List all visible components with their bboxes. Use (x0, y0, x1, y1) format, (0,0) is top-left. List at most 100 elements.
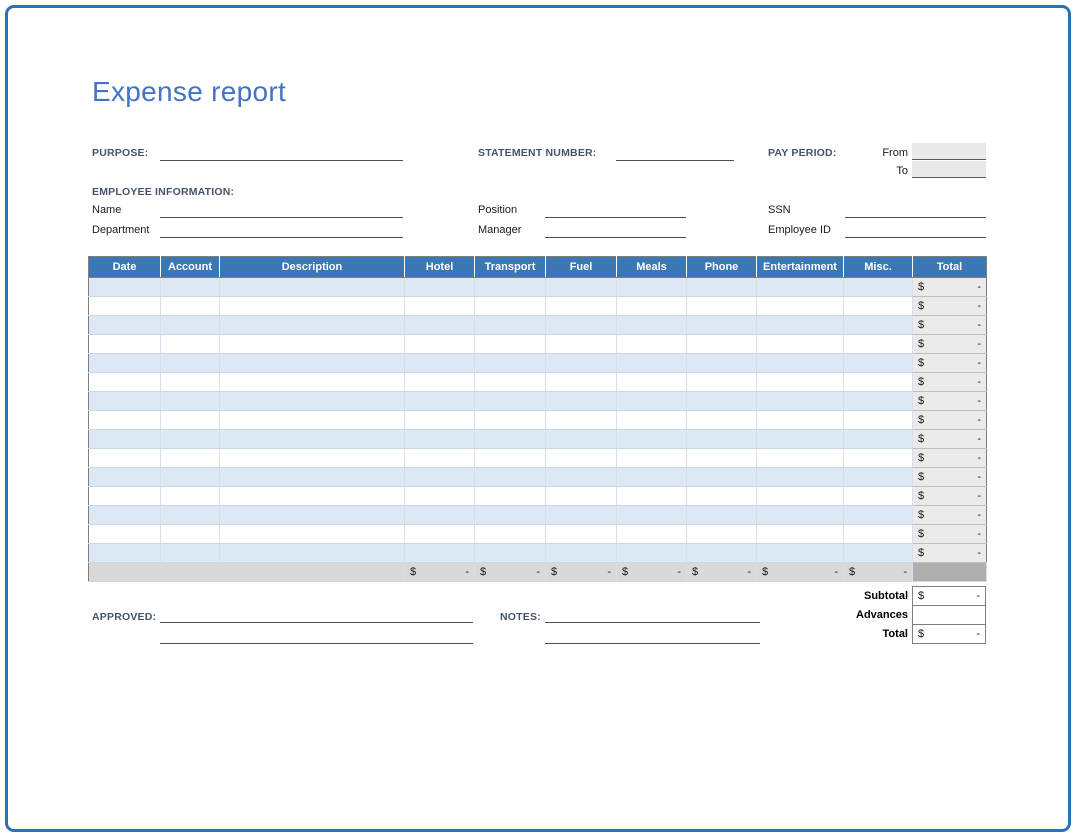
expense-cell-fuel[interactable] (546, 316, 617, 335)
expense-cell-misc[interactable] (844, 544, 913, 563)
expense-cell-account[interactable] (161, 468, 220, 487)
expense-cell-date[interactable] (89, 354, 161, 373)
notes-line-1[interactable] (545, 622, 760, 623)
expense-cell-transport[interactable] (475, 544, 546, 563)
expense-cell-phone[interactable] (687, 316, 757, 335)
expense-cell-entertainment[interactable] (757, 392, 844, 411)
name-input-line[interactable] (160, 217, 403, 218)
position-input-line[interactable] (545, 217, 686, 218)
expense-cell-entertainment[interactable] (757, 354, 844, 373)
expense-cell-transport[interactable] (475, 278, 546, 297)
expense-cell-misc[interactable] (844, 468, 913, 487)
expense-cell-phone[interactable] (687, 354, 757, 373)
expense-cell-phone[interactable] (687, 468, 757, 487)
expense-cell-misc[interactable] (844, 430, 913, 449)
expense-cell-fuel[interactable] (546, 487, 617, 506)
expense-cell-account[interactable] (161, 354, 220, 373)
expense-cell-entertainment[interactable] (757, 525, 844, 544)
expense-cell-description[interactable] (220, 316, 405, 335)
expense-cell-hotel[interactable] (405, 373, 475, 392)
expense-cell-hotel[interactable] (405, 316, 475, 335)
expense-cell-hotel[interactable] (405, 449, 475, 468)
from-date-field[interactable] (912, 143, 986, 160)
expense-cell-meals[interactable] (617, 449, 687, 468)
expense-cell-description[interactable] (220, 411, 405, 430)
expense-cell-description[interactable] (220, 373, 405, 392)
expense-cell-fuel[interactable] (546, 468, 617, 487)
expense-cell-transport[interactable] (475, 506, 546, 525)
expense-cell-date[interactable] (89, 487, 161, 506)
expense-cell-hotel[interactable] (405, 354, 475, 373)
expense-cell-hotel[interactable] (405, 430, 475, 449)
expense-cell-transport[interactable] (475, 411, 546, 430)
expense-cell-entertainment[interactable] (757, 316, 844, 335)
expense-cell-misc[interactable] (844, 411, 913, 430)
expense-cell-transport[interactable] (475, 297, 546, 316)
expense-cell-description[interactable] (220, 297, 405, 316)
expense-cell-description[interactable] (220, 487, 405, 506)
expense-cell-fuel[interactable] (546, 449, 617, 468)
expense-cell-date[interactable] (89, 335, 161, 354)
expense-cell-misc[interactable] (844, 316, 913, 335)
expense-cell-meals[interactable] (617, 278, 687, 297)
expense-cell-hotel[interactable] (405, 468, 475, 487)
expense-cell-hotel[interactable] (405, 487, 475, 506)
expense-cell-phone[interactable] (687, 392, 757, 411)
expense-cell-entertainment[interactable] (757, 297, 844, 316)
expense-cell-fuel[interactable] (546, 392, 617, 411)
expense-cell-meals[interactable] (617, 468, 687, 487)
expense-cell-date[interactable] (89, 392, 161, 411)
expense-cell-phone[interactable] (687, 487, 757, 506)
expense-cell-account[interactable] (161, 411, 220, 430)
employee-id-input-line[interactable] (845, 237, 986, 238)
expense-cell-meals[interactable] (617, 506, 687, 525)
expense-cell-phone[interactable] (687, 297, 757, 316)
expense-cell-fuel[interactable] (546, 506, 617, 525)
expense-cell-hotel[interactable] (405, 506, 475, 525)
expense-cell-meals[interactable] (617, 335, 687, 354)
expense-cell-date[interactable] (89, 525, 161, 544)
expense-cell-description[interactable] (220, 392, 405, 411)
expense-cell-meals[interactable] (617, 354, 687, 373)
expense-cell-hotel[interactable] (405, 392, 475, 411)
expense-cell-account[interactable] (161, 544, 220, 563)
expense-cell-date[interactable] (89, 278, 161, 297)
expense-cell-description[interactable] (220, 525, 405, 544)
expense-cell-fuel[interactable] (546, 278, 617, 297)
expense-cell-transport[interactable] (475, 525, 546, 544)
to-date-field[interactable] (912, 161, 986, 178)
expense-cell-meals[interactable] (617, 430, 687, 449)
notes-line-2[interactable] (545, 643, 760, 644)
purpose-input-line[interactable] (160, 160, 403, 161)
expense-cell-meals[interactable] (617, 297, 687, 316)
expense-cell-phone[interactable] (687, 544, 757, 563)
expense-cell-transport[interactable] (475, 335, 546, 354)
expense-cell-date[interactable] (89, 544, 161, 563)
advances-cell[interactable] (912, 605, 986, 625)
expense-cell-date[interactable] (89, 506, 161, 525)
expense-cell-entertainment[interactable] (757, 335, 844, 354)
expense-cell-fuel[interactable] (546, 525, 617, 544)
expense-cell-misc[interactable] (844, 297, 913, 316)
expense-cell-account[interactable] (161, 449, 220, 468)
expense-cell-meals[interactable] (617, 544, 687, 563)
expense-cell-date[interactable] (89, 411, 161, 430)
expense-cell-description[interactable] (220, 335, 405, 354)
expense-cell-hotel[interactable] (405, 411, 475, 430)
expense-cell-account[interactable] (161, 297, 220, 316)
expense-cell-entertainment[interactable] (757, 468, 844, 487)
expense-cell-transport[interactable] (475, 449, 546, 468)
expense-cell-account[interactable] (161, 316, 220, 335)
expense-cell-fuel[interactable] (546, 297, 617, 316)
expense-cell-fuel[interactable] (546, 373, 617, 392)
expense-cell-misc[interactable] (844, 487, 913, 506)
expense-cell-description[interactable] (220, 506, 405, 525)
manager-input-line[interactable] (545, 237, 686, 238)
expense-cell-misc[interactable] (844, 278, 913, 297)
expense-cell-account[interactable] (161, 506, 220, 525)
expense-cell-account[interactable] (161, 525, 220, 544)
expense-cell-misc[interactable] (844, 506, 913, 525)
expense-cell-entertainment[interactable] (757, 506, 844, 525)
expense-cell-entertainment[interactable] (757, 411, 844, 430)
expense-cell-phone[interactable] (687, 411, 757, 430)
